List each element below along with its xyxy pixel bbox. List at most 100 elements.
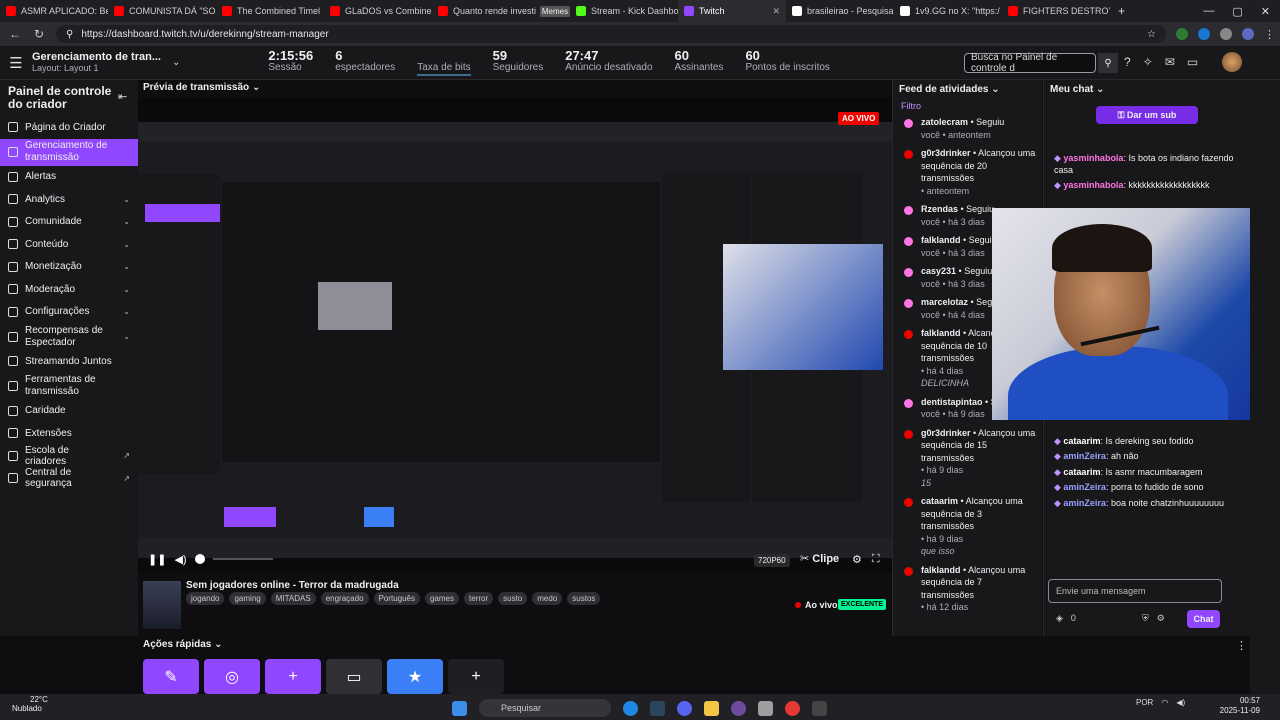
chat-username[interactable]: aminZeira: [1063, 482, 1106, 492]
sidebar-item-5[interactable]: Conteúdo ⌄: [0, 233, 138, 256]
wifi-icon[interactable]: ◠: [1161, 698, 1168, 707]
extension-icon[interactable]: [1176, 28, 1188, 40]
browser-tab[interactable]: GLaDOS vs Combine✕: [324, 0, 432, 22]
language-indicator[interactable]: POR: [1136, 698, 1153, 707]
discord-icon[interactable]: [677, 700, 692, 716]
chat-username[interactable]: cataarim: [1063, 467, 1100, 477]
stream-tag[interactable]: games: [424, 592, 459, 605]
stream-tag[interactable]: engraçado: [320, 592, 369, 605]
stream-tag[interactable]: susto: [498, 592, 528, 605]
pause-icon[interactable]: ❚❚: [148, 553, 166, 566]
sidebar-item-13[interactable]: Extensões: [0, 422, 138, 445]
edge-icon[interactable]: [623, 700, 638, 716]
add-action-button[interactable]: +: [448, 659, 504, 694]
feed-user[interactable]: g0r3drinker: [921, 148, 971, 158]
feed-user[interactable]: cataarim: [921, 496, 958, 506]
feed-user[interactable]: falklandd: [921, 328, 961, 338]
sidebar-item-0[interactable]: Página do Criador: [0, 116, 138, 139]
maximize-icon[interactable]: ▢: [1232, 5, 1242, 18]
app-icon[interactable]: [731, 700, 746, 716]
browser-menu-icon[interactable]: ⋮: [1264, 28, 1275, 41]
avatar[interactable]: [1222, 52, 1242, 72]
chat-input[interactable]: Envie uma mensagem: [1048, 579, 1222, 603]
profile-icon[interactable]: [1242, 28, 1254, 40]
sidebar-item-15[interactable]: Central de segurança ↗: [0, 467, 138, 490]
chat-bubble-icon[interactable]: ▭: [1187, 55, 1198, 69]
browser-tab[interactable]: 1v9.GG no X: "https:/✕: [894, 0, 1002, 22]
calculator-icon[interactable]: [758, 700, 773, 716]
gift-sub-button[interactable]: ⚿ Dar um sub: [1096, 106, 1198, 124]
system-clock[interactable]: 00:57 2025-11-09: [1210, 696, 1260, 716]
chat-title[interactable]: Meu chat ⌄: [1044, 80, 1250, 99]
reload-icon[interactable]: ↻: [32, 27, 46, 41]
feed-user[interactable]: Rzendas: [921, 204, 958, 214]
sidebar-item-2[interactable]: Alertas: [0, 166, 138, 189]
sidebar-item-6[interactable]: Monetização ⌄: [0, 256, 138, 279]
chevron-down-icon[interactable]: ⌄: [172, 57, 180, 68]
stream-tag[interactable]: medo: [532, 592, 563, 605]
feed-user[interactable]: falklandd: [921, 235, 961, 245]
folder-icon[interactable]: [704, 700, 719, 716]
shoutout-button[interactable]: ★: [387, 659, 443, 694]
stream-preview[interactable]: [138, 98, 892, 573]
chat-username[interactable]: aminZeira: [1063, 451, 1106, 461]
gear-icon[interactable]: ⚙: [852, 553, 862, 566]
feed-filter[interactable]: Filtro: [893, 99, 1042, 113]
clip-action-button[interactable]: ▭: [326, 659, 382, 694]
minimize-icon[interactable]: —: [1203, 5, 1214, 18]
browser-tab[interactable]: The Combined Timel✕: [216, 0, 324, 22]
new-tab-icon[interactable]: +: [1110, 4, 1133, 18]
layout-selector[interactable]: Gerenciamento de tran... Layout: Layout …: [32, 51, 162, 74]
preview-title[interactable]: Prévia de transmissão ⌄: [143, 82, 260, 93]
edit-stream-info-button[interactable]: ✎: [143, 659, 199, 694]
browser-tab[interactable]: Memes: [540, 0, 570, 22]
sidebar-item-10[interactable]: Streamando Juntos: [0, 350, 138, 373]
chat-username[interactable]: yasminhabola: [1063, 153, 1123, 163]
mail-icon[interactable]: ✉: [1165, 55, 1175, 69]
chat-username[interactable]: yasminhabola: [1063, 180, 1123, 190]
stream-tag[interactable]: jogando: [186, 592, 225, 605]
quick-actions-title[interactable]: Ações rápidas ⌄: [143, 639, 223, 650]
browser-tab[interactable]: COMUNISTA DÁ "SO✕: [108, 0, 216, 22]
feed-user[interactable]: marcelotaz: [921, 297, 968, 307]
windows-start-icon[interactable]: [452, 700, 467, 716]
download-icon[interactable]: [1220, 28, 1232, 40]
gear-icon[interactable]: ⚙: [1157, 613, 1165, 624]
address-bar[interactable]: ⚲ https://dashboard.twitch.tv/u/derekinn…: [56, 25, 1166, 43]
chat-username[interactable]: cataarim: [1063, 436, 1100, 446]
browser-tab[interactable]: Twitch ✕: [678, 0, 786, 22]
browser-tab[interactable]: Stream - Kick Dashbo✕: [570, 0, 678, 22]
sidebar-item-12[interactable]: Caridade: [0, 400, 138, 423]
feed-user[interactable]: casy231: [921, 266, 956, 276]
browser-tab[interactable]: FIGHTERS DESTROY C✕: [1002, 0, 1110, 22]
feed-user[interactable]: g0r3drinker: [921, 428, 971, 438]
chrome-icon[interactable]: [785, 700, 800, 716]
site-info-icon[interactable]: ⚲: [66, 29, 73, 40]
stream-tag[interactable]: MITADAS: [270, 592, 316, 605]
sidebar-item-14[interactable]: Escola de criadores ↗: [0, 445, 138, 468]
weather-widget[interactable]: 22°C Nublado: [12, 695, 48, 713]
more-options-icon[interactable]: ⋮: [1236, 639, 1247, 652]
clip-button[interactable]: ✂ Clipe: [800, 552, 839, 565]
taskbar-search[interactable]: Pesquisar: [479, 699, 611, 717]
shield-icon[interactable]: ⛨: [1142, 613, 1149, 624]
back-icon[interactable]: ←: [8, 27, 22, 41]
sidebar-item-8[interactable]: Configurações ⌄: [0, 301, 138, 324]
stream-tag[interactable]: terror: [464, 592, 494, 605]
app-icon[interactable]: [812, 700, 827, 716]
magic-icon[interactable]: ✧: [1143, 55, 1153, 69]
volume-icon[interactable]: ◀): [1176, 698, 1185, 707]
search-icon[interactable]: ⚲: [1098, 53, 1118, 73]
sidebar-item-9[interactable]: Recompensas de Espectador ⌄: [0, 323, 138, 350]
stream-title[interactable]: Sem jogadores online - Terror da madruga…: [186, 580, 399, 591]
sidebar-item-7[interactable]: Moderação ⌄: [0, 278, 138, 301]
close-window-icon[interactable]: ✕: [1261, 5, 1270, 18]
dashboard-search-input[interactable]: Busca no Painel de controle d: [964, 52, 1096, 74]
feed-user[interactable]: dentistapintao: [921, 397, 983, 407]
send-chat-button[interactable]: Chat: [1187, 610, 1220, 628]
points-icon[interactable]: ◈: [1056, 613, 1063, 624]
volume-slider-handle[interactable]: [194, 554, 205, 564]
steam-icon[interactable]: [650, 700, 665, 716]
sidebar-item-3[interactable]: Analytics ⌄: [0, 188, 138, 211]
bookmark-star-icon[interactable]: ☆: [1147, 29, 1156, 40]
